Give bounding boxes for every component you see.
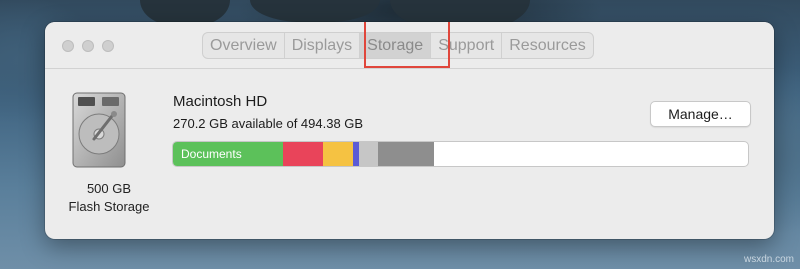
disk-name: Macintosh HD [173, 93, 268, 110]
storage-bar-segment[interactable]: Documents [173, 142, 283, 166]
disk-available-text: 270.2 GB available of 494.38 GB [173, 116, 364, 131]
minimize-button[interactable] [82, 40, 94, 52]
storage-usage-bar[interactable]: Documents [172, 141, 749, 167]
disk-capacity-type: Flash Storage [68, 199, 150, 214]
zoom-button[interactable] [102, 40, 114, 52]
storage-bar-segment[interactable] [378, 142, 434, 166]
storage-bar-segment-label: Documents [181, 147, 242, 161]
watermark-text: wsxdn.com [743, 254, 794, 265]
storage-bar-segment[interactable] [283, 142, 323, 166]
hard-drive-icon [72, 92, 126, 168]
manage-button[interactable]: Manage… [650, 101, 751, 127]
disk-capacity-label: 500 GB Flash Storage [45, 180, 173, 216]
about-this-mac-window: Overview Displays Storage Support Resour… [45, 22, 774, 239]
tab-displays[interactable]: Displays [285, 33, 361, 58]
storage-tab-highlight-annotation [364, 22, 450, 68]
tab-overview[interactable]: Overview [203, 33, 285, 58]
storage-bar-segment[interactable] [359, 142, 378, 166]
disk-capacity-size: 500 GB [86, 181, 132, 196]
close-button[interactable] [62, 40, 74, 52]
storage-bar-segment[interactable] [323, 142, 353, 166]
wallpaper-rock [250, 0, 380, 22]
tab-resources[interactable]: Resources [502, 33, 592, 58]
